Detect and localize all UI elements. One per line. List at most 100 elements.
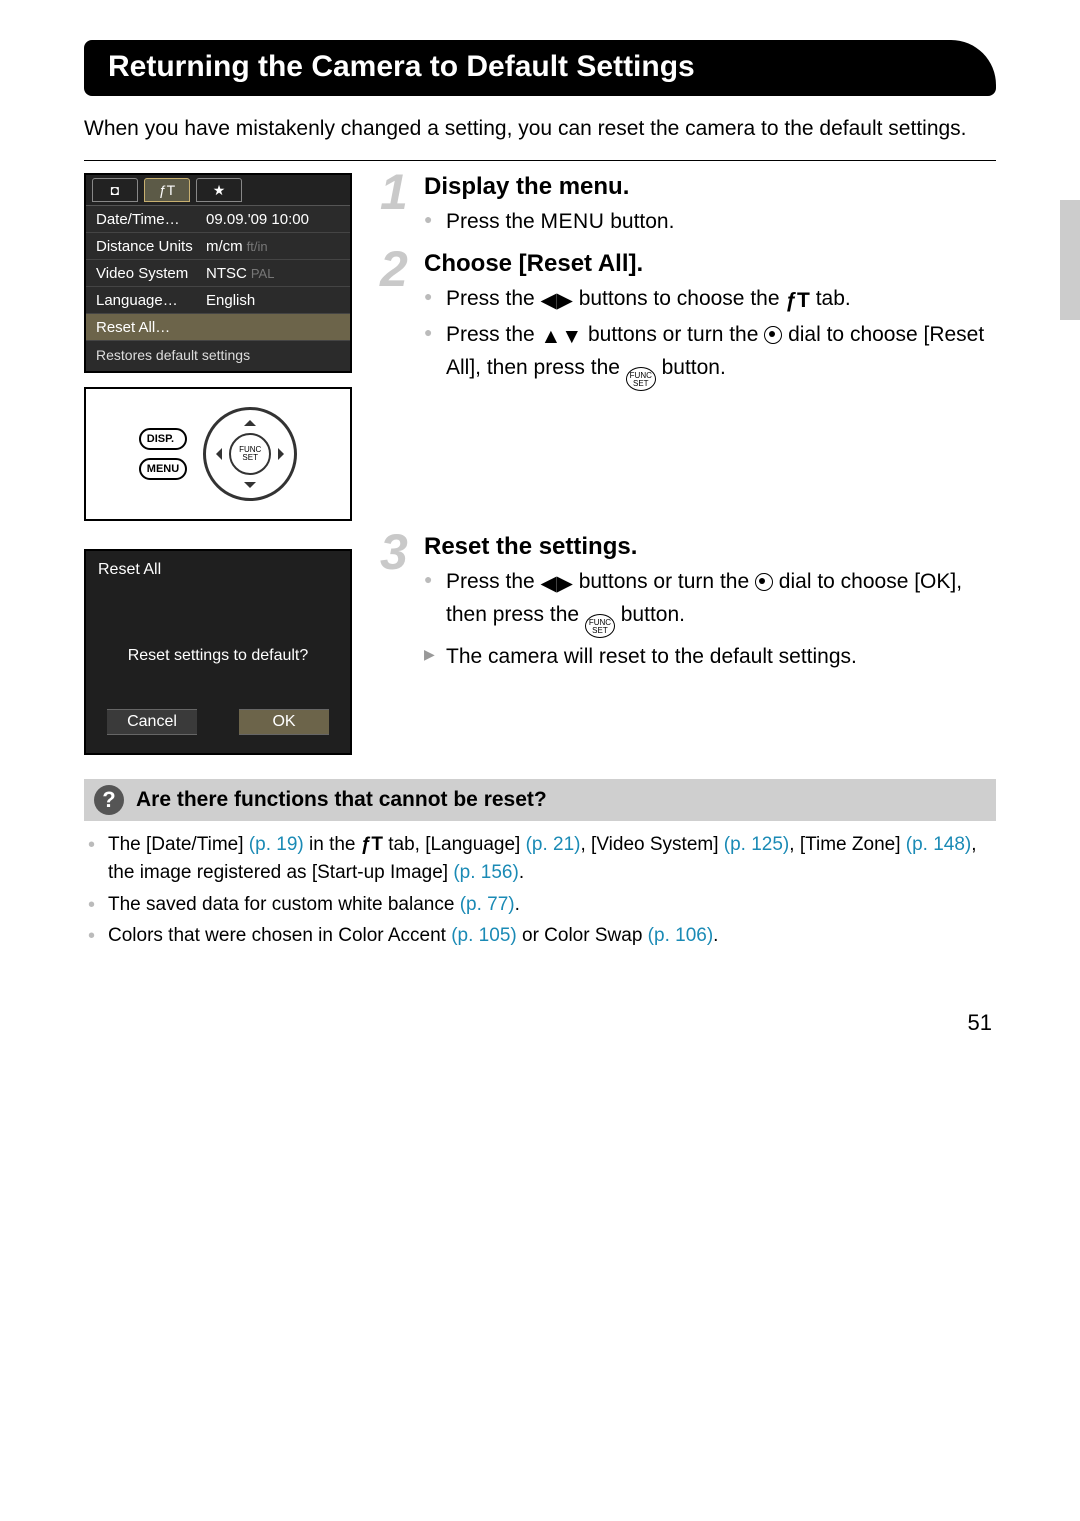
page-ref: (p. 77) (460, 894, 515, 915)
disp-button-label: DISP. (139, 428, 187, 450)
text: Press the (446, 323, 541, 346)
step-number: 1 (380, 163, 408, 221)
menu-word: MENU (541, 210, 605, 233)
divider (84, 160, 996, 161)
tab-tools-icon: ƒT (144, 178, 190, 202)
camera-confirm-screenshot: Reset All Reset settings to default? Can… (84, 549, 352, 755)
menu-value-active: NTSC (206, 265, 247, 282)
info-box: ? Are there functions that cannot be res… (84, 779, 996, 949)
left-right-arrows-icon: ◀▶ (541, 569, 573, 599)
menu-row-video: Video System NTSC PAL (86, 260, 350, 287)
step-3: 3 Reset the settings. Press the ◀▶ butto… (388, 533, 996, 672)
menu-label: Video System (96, 265, 206, 282)
step-bullet: Press the ◀▶ buttons or turn the dial to… (424, 567, 996, 638)
step-bullet: Press the ▲▼ buttons or turn the dial to… (424, 320, 996, 391)
info-box-header: ? Are there functions that cannot be res… (84, 779, 996, 821)
camera-controls-diagram: DISP. MENU FUNC SET (84, 387, 352, 521)
side-thumb-tab (1060, 200, 1080, 320)
menu-label: Language… (96, 292, 206, 309)
text: button. (604, 210, 674, 233)
page-ref: (p. 156) (453, 862, 518, 883)
menu-label: Distance Units (96, 238, 206, 255)
func-set-icon: FUNCSET (585, 614, 615, 638)
step-number: 3 (380, 523, 408, 581)
text: button. (656, 356, 726, 379)
page-title: Returning the Camera to Default Settings (84, 40, 996, 96)
text: . (515, 894, 520, 915)
menu-value: English (206, 292, 340, 309)
tools-tab-icon: ƒT (361, 834, 383, 855)
text: , [Time Zone] (789, 834, 906, 855)
step-title: Reset the settings. (424, 533, 996, 561)
info-box-title: Are there functions that cannot be reset… (136, 788, 547, 812)
step-bullet: Press the MENU button. (424, 207, 996, 237)
menu-footer-hint: Restores default settings (86, 341, 350, 371)
info-item: The saved data for custom white balance … (84, 891, 996, 919)
ok-button: OK (239, 709, 329, 735)
menu-button-label: MENU (139, 458, 187, 480)
text: buttons or turn the (582, 323, 764, 346)
text: . (713, 925, 718, 946)
text: buttons to choose the (573, 287, 785, 310)
left-right-arrows-icon: ◀▶ (541, 286, 573, 316)
step-1: 1 Display the menu. Press the MENU butto… (388, 173, 996, 237)
menu-value-dim: ft/in (247, 239, 268, 254)
menu-value-active: m/cm (206, 238, 243, 255)
text: Press the (446, 210, 541, 233)
info-item: The [Date/Time] (p. 19) in the ƒT tab, [… (84, 831, 996, 886)
text: Colors that were chosen in Color Accent (108, 925, 451, 946)
menu-label: Reset All… (96, 319, 206, 336)
intro-text: When you have mistakenly changed a setti… (84, 114, 996, 144)
text: or Color Swap (517, 925, 648, 946)
menu-row-distance: Distance Units m/cm ft/in (86, 233, 350, 260)
text: tab, [Language] (383, 834, 526, 855)
confirm-header: Reset All (86, 551, 350, 579)
menu-value: m/cm ft/in (206, 238, 340, 255)
text: Press the (446, 570, 541, 593)
camera-menu-screenshot: ◘ ƒT ★ Date/Time… 09.09.'09 10:00 Distan… (84, 173, 352, 373)
menu-label: Date/Time… (96, 211, 206, 228)
question-mark-icon: ? (94, 785, 124, 815)
page-ref: (p. 19) (249, 834, 304, 855)
text: . (519, 862, 524, 883)
tab-star-icon: ★ (196, 178, 242, 202)
menu-value: 09.09.'09 10:00 (206, 211, 340, 228)
menu-row-reset-all: Reset All… (86, 314, 350, 341)
func-set-button-label: FUNC SET (229, 433, 271, 475)
text: buttons or turn the (573, 570, 755, 593)
info-item: Colors that were chosen in Color Accent … (84, 922, 996, 950)
page-ref: (p. 105) (451, 925, 516, 946)
text: tab. (810, 287, 851, 310)
menu-row-date-time: Date/Time… 09.09.'09 10:00 (86, 206, 350, 233)
text: Press the (446, 287, 541, 310)
text: in the (304, 834, 361, 855)
control-dial-icon (764, 326, 782, 344)
text: , [Video System] (581, 834, 724, 855)
menu-row-language: Language… English (86, 287, 350, 314)
menu-value-dim: PAL (251, 266, 275, 281)
page-ref: (p. 21) (526, 834, 581, 855)
control-dial-icon: FUNC SET (203, 407, 297, 501)
page-ref: (p. 125) (724, 834, 789, 855)
text: dial (782, 323, 821, 346)
confirm-message: Reset settings to default? (86, 647, 350, 665)
text: The saved data for custom white balance (108, 894, 460, 915)
tab-camera-icon: ◘ (92, 178, 138, 202)
func-set-icon: FUNCSET (626, 367, 656, 391)
text: button. (615, 603, 685, 626)
step-number: 2 (380, 240, 408, 298)
step-bullet: Press the ◀▶ buttons to choose the ƒT ta… (424, 284, 996, 316)
up-down-arrows-icon: ▲▼ (541, 322, 583, 352)
page-number: 51 (84, 1010, 996, 1036)
menu-value: NTSC PAL (206, 265, 340, 282)
control-dial-icon (755, 573, 773, 591)
page-ref: (p. 106) (648, 925, 713, 946)
tools-tab-icon: ƒT (785, 286, 810, 316)
text: The [Date/Time] (108, 834, 249, 855)
page-ref: (p. 148) (906, 834, 971, 855)
step-result: The camera will reset to the default set… (424, 642, 996, 672)
step-title: Display the menu. (424, 173, 996, 201)
step-title: Choose [Reset All]. (424, 250, 996, 278)
cancel-button: Cancel (107, 709, 197, 735)
step-2: 2 Choose [Reset All]. Press the ◀▶ butto… (388, 250, 996, 391)
